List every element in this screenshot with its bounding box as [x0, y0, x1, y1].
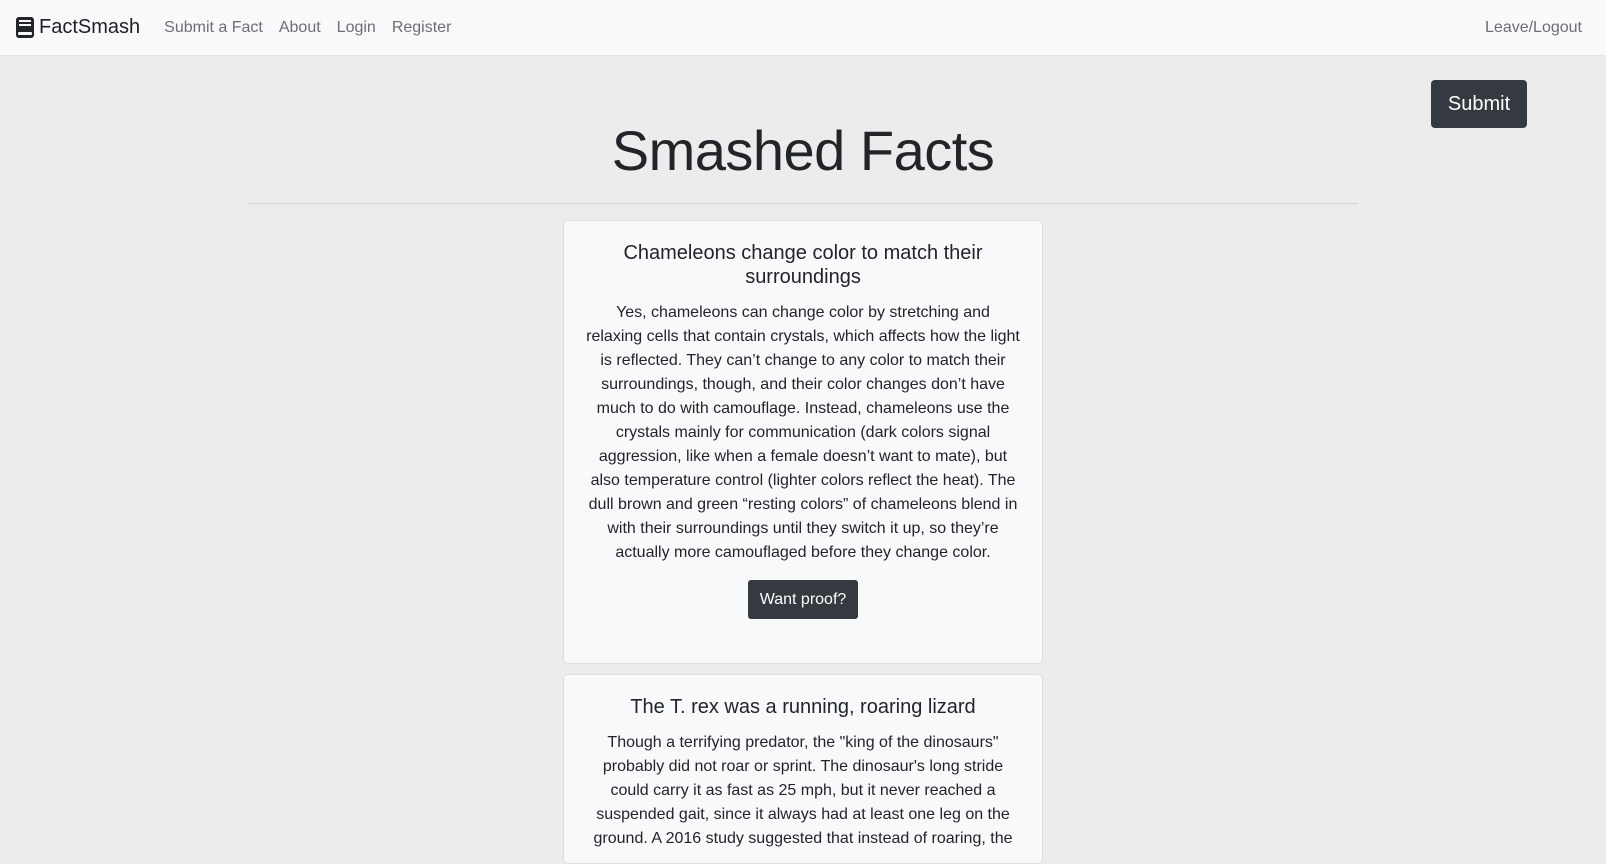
nav-submit-fact[interactable]: Submit a Fact	[156, 19, 271, 37]
fact-body: Though a terrifying predator, the "king …	[593, 734, 1013, 847]
fact-card: The T. rex was a running, roaring lizard…	[563, 674, 1043, 864]
nav-register[interactable]: Register	[384, 19, 460, 37]
nav-right: Leave/Logout	[1477, 0, 1590, 56]
nav-leave-logout[interactable]: Leave/Logout	[1477, 19, 1590, 37]
fact-title: Chameleons change color to match their s…	[623, 242, 983, 288]
top-navbar: FactSmash Submit a Fact About Login Regi…	[0, 0, 1606, 56]
nav-links: Submit a Fact About Login Register	[156, 19, 459, 37]
page-title: Smashed Facts	[611, 119, 995, 182]
want-proof-button[interactable]: Want proof?	[747, 580, 859, 619]
nav-login[interactable]: Login	[329, 19, 384, 37]
title-divider	[247, 203, 1358, 204]
brand-name: FactSmash	[39, 16, 141, 38]
fact-body: Yes, chameleons can change color by stre…	[586, 304, 1020, 561]
nav-about[interactable]: About	[271, 19, 329, 37]
fact-title: The T. rex was a running, roaring lizard	[630, 696, 976, 718]
book-icon	[16, 17, 34, 38]
fact-card: Chameleons change color to match their s…	[563, 220, 1043, 664]
brand-link[interactable]: FactSmash	[16, 16, 140, 39]
